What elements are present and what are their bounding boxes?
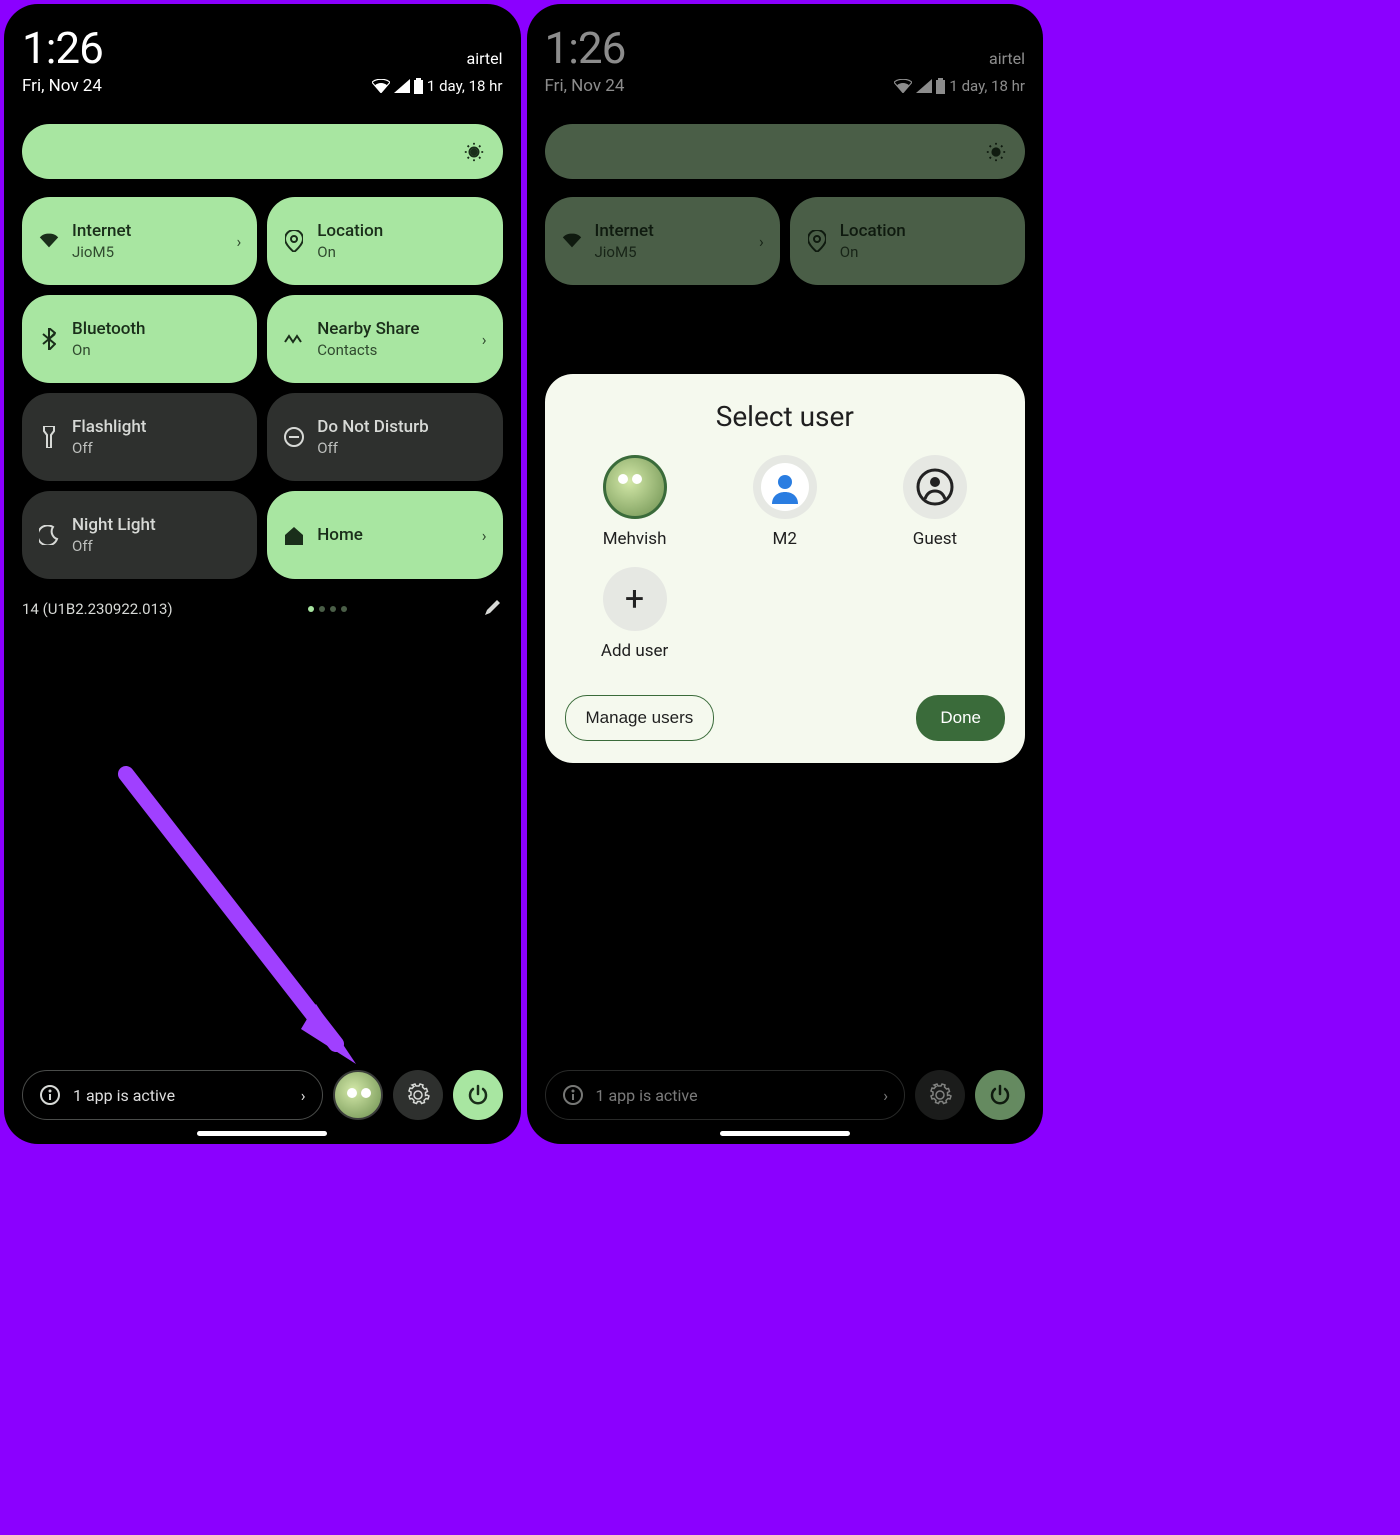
- build-label: 14 (U1B2.230922.013): [22, 600, 173, 618]
- flashlight-icon: [38, 426, 60, 448]
- info-icon: [562, 1084, 584, 1106]
- done-button[interactable]: Done: [916, 695, 1005, 741]
- tile-home[interactable]: Home ›: [267, 491, 502, 579]
- tile-bluetooth[interactable]: BluetoothOn: [22, 295, 257, 383]
- brightness-slider[interactable]: [545, 124, 1026, 179]
- phone-right: 1:26 airtel Fri, Nov 24 1 day, 18 hr Int…: [527, 4, 1044, 1144]
- date-row: Fri, Nov 24 1 day, 18 hr: [545, 76, 1026, 96]
- brightness-icon: [985, 141, 1007, 163]
- status-icons: 1 day, 18 hr: [894, 77, 1025, 95]
- date: Fri, Nov 24: [545, 76, 625, 96]
- chevron-right-icon: ›: [301, 1086, 306, 1105]
- page-dots: [308, 606, 347, 612]
- phone-left: 1:26 airtel Fri, Nov 24 1 day, 18 hr Int…: [4, 4, 521, 1144]
- settings-button[interactable]: [393, 1070, 443, 1120]
- battery-icon: [414, 78, 423, 94]
- chevron-right-icon: ›: [236, 232, 241, 251]
- battery-text: 1 day, 18 hr: [427, 77, 503, 95]
- power-icon: [989, 1084, 1011, 1106]
- wifi-icon: [561, 232, 583, 250]
- tile-dnd[interactable]: Do Not DisturbOff: [267, 393, 502, 481]
- dnd-icon: [283, 426, 305, 448]
- dialog-title: Select user: [565, 400, 1006, 433]
- user-m2[interactable]: M2: [715, 455, 855, 549]
- select-user-dialog: Select user Mehvish M2 Guest + Add user: [545, 374, 1026, 763]
- avatar-icon: [753, 455, 817, 519]
- chevron-right-icon: ›: [759, 232, 764, 251]
- status-row: 1:26 airtel: [22, 22, 503, 74]
- nearby-share-icon: [283, 332, 305, 346]
- brightness-slider[interactable]: [22, 124, 503, 179]
- wifi-icon: [38, 232, 60, 250]
- date: Fri, Nov 24: [22, 76, 102, 96]
- bottom-bar: 1 app is active ›: [22, 1070, 503, 1126]
- status-icons: 1 day, 18 hr: [372, 77, 503, 95]
- nav-pill[interactable]: [720, 1131, 850, 1136]
- qs-tiles-dimmed: InternetJioM5 › LocationOn: [545, 197, 1026, 285]
- active-apps-label: 1 app is active: [73, 1086, 289, 1105]
- home-icon: [283, 525, 305, 545]
- qs-tiles: InternetJioM5 › LocationOn BluetoothOn N…: [22, 197, 503, 579]
- status-row: 1:26 airtel: [545, 22, 1026, 74]
- chevron-right-icon: ›: [482, 330, 487, 349]
- date-row: Fri, Nov 24 1 day, 18 hr: [22, 76, 503, 96]
- gear-icon: [928, 1083, 952, 1107]
- location-icon: [283, 230, 305, 252]
- location-icon: [806, 230, 828, 252]
- power-button: [975, 1070, 1025, 1120]
- clock: 1:26: [22, 22, 103, 74]
- active-apps-label: 1 app is active: [596, 1086, 872, 1105]
- plus-icon: +: [603, 567, 667, 631]
- battery-text: 1 day, 18 hr: [949, 77, 1025, 95]
- add-user[interactable]: + Add user: [565, 567, 705, 661]
- battery-icon: [936, 78, 945, 94]
- power-icon: [467, 1084, 489, 1106]
- tile-location[interactable]: LocationOn: [267, 197, 502, 285]
- tile-night-light[interactable]: Night LightOff: [22, 491, 257, 579]
- gear-icon: [406, 1083, 430, 1107]
- user-guest[interactable]: Guest: [865, 455, 1005, 549]
- user-grid: Mehvish M2 Guest + Add user: [565, 455, 1006, 661]
- tile-internet: InternetJioM5 ›: [545, 197, 780, 285]
- user-avatar-button[interactable]: [333, 1070, 383, 1120]
- qs-footer: 14 (U1B2.230922.013): [22, 597, 503, 621]
- wifi-icon: [372, 79, 390, 93]
- bottom-bar: 1 app is active ›: [545, 1070, 1026, 1126]
- bluetooth-icon: [38, 328, 60, 350]
- tile-location: LocationOn: [790, 197, 1025, 285]
- power-button[interactable]: [453, 1070, 503, 1120]
- edit-icon[interactable]: [483, 597, 503, 621]
- active-apps-pill[interactable]: 1 app is active ›: [22, 1070, 323, 1120]
- moon-icon: [38, 525, 60, 545]
- settings-button: [915, 1070, 965, 1120]
- signal-icon: [916, 79, 932, 93]
- brightness-icon: [463, 141, 485, 163]
- carrier: airtel: [466, 49, 502, 68]
- tile-flashlight[interactable]: FlashlightOff: [22, 393, 257, 481]
- nav-pill[interactable]: [197, 1131, 327, 1136]
- signal-icon: [394, 79, 410, 93]
- carrier: airtel: [989, 49, 1025, 68]
- user-mehvish[interactable]: Mehvish: [565, 455, 705, 549]
- wifi-icon: [894, 79, 912, 93]
- tile-nearby-share[interactable]: Nearby ShareContacts ›: [267, 295, 502, 383]
- chevron-right-icon: ›: [883, 1086, 888, 1105]
- manage-users-button[interactable]: Manage users: [565, 695, 715, 741]
- avatar-icon: [603, 455, 667, 519]
- info-icon: [39, 1084, 61, 1106]
- chevron-right-icon: ›: [482, 526, 487, 545]
- tile-internet[interactable]: InternetJioM5 ›: [22, 197, 257, 285]
- annotation-arrow: [116, 764, 396, 1084]
- active-apps-pill: 1 app is active ›: [545, 1070, 906, 1120]
- clock: 1:26: [545, 22, 626, 74]
- guest-icon: [903, 455, 967, 519]
